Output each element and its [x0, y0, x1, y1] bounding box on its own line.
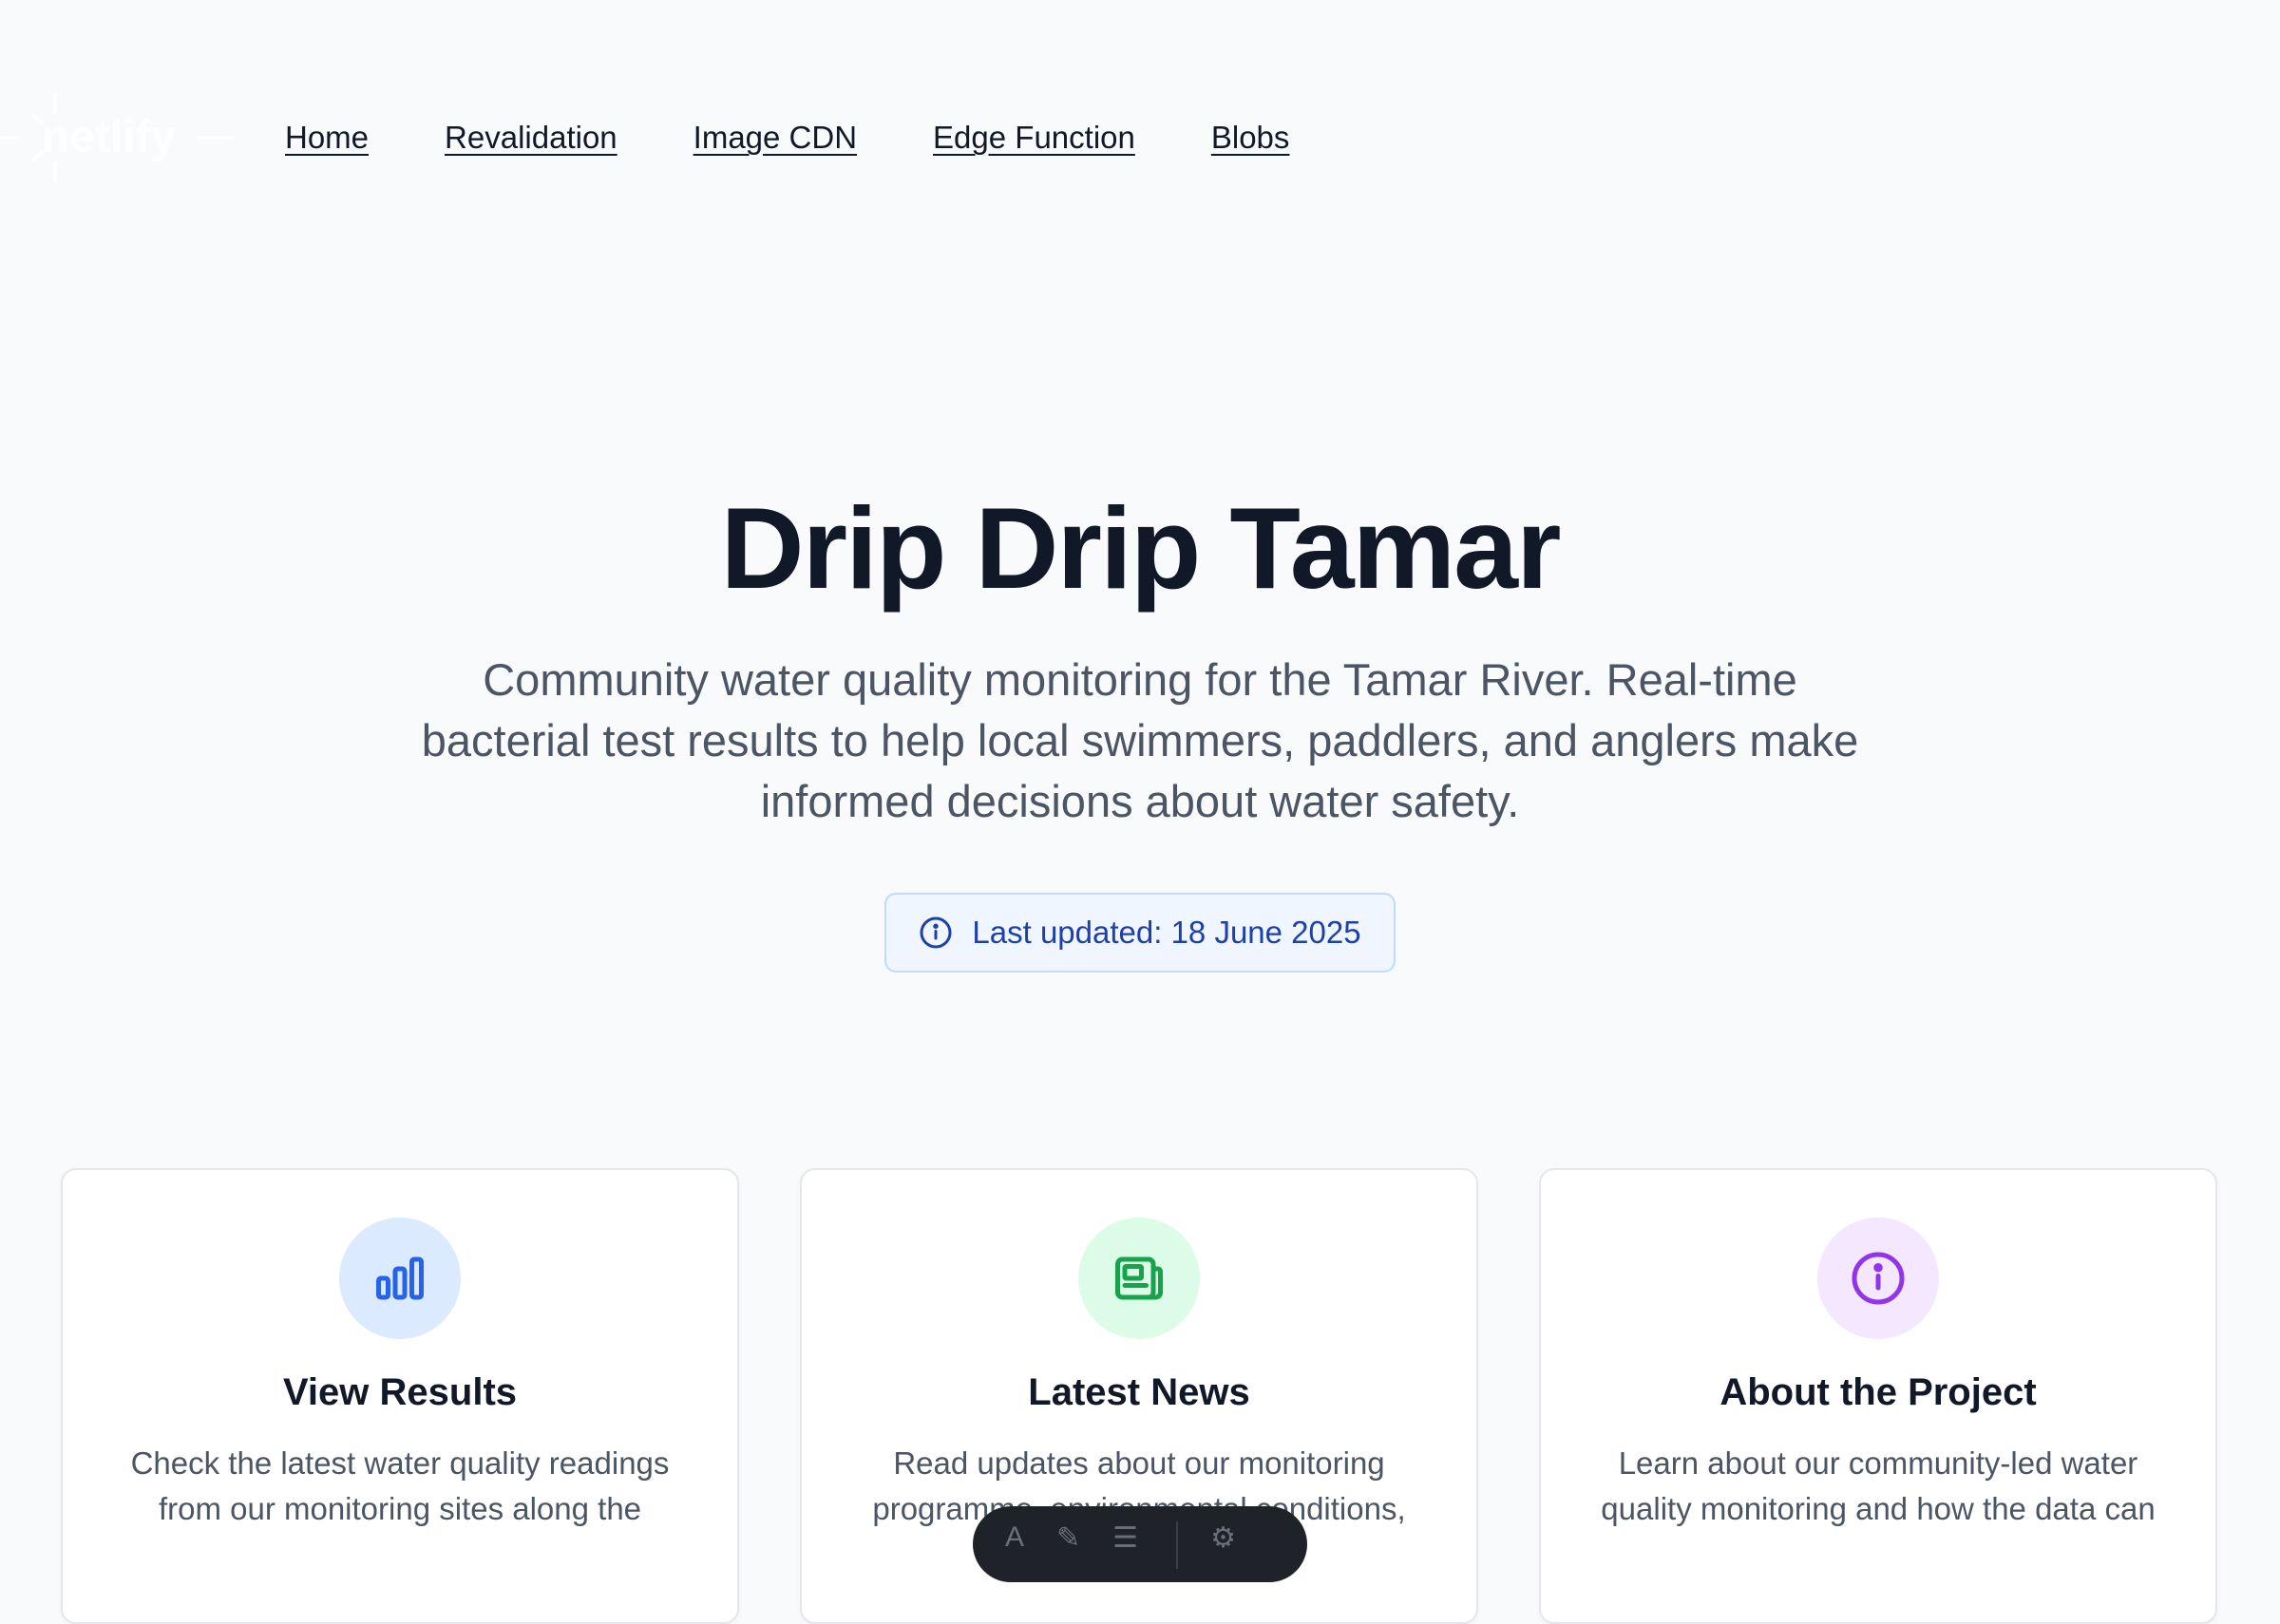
site-header: netlify Home Revalidation Image CDN Edge…: [0, 76, 2280, 199]
dev-toolbar[interactable]: A ✎ ☰ ⚙: [973, 1506, 1307, 1582]
card-title: Latest News: [1028, 1371, 1250, 1413]
toolbar-text-icon[interactable]: A: [1005, 1521, 1024, 1554]
info-icon: [920, 916, 952, 949]
card-icon-wrapper: [339, 1218, 461, 1339]
nav-link-home[interactable]: Home: [285, 120, 369, 156]
bar-chart-icon: [376, 1256, 424, 1300]
card-title: View Results: [282, 1371, 518, 1413]
nav-link-revalidation[interactable]: Revalidation: [445, 120, 618, 156]
info-icon: [1852, 1252, 1905, 1305]
card-icon-wrapper: [1817, 1218, 1939, 1339]
card-icon-wrapper: [1078, 1218, 1200, 1339]
toolbar-brush-icon[interactable]: ✎: [1056, 1521, 1080, 1555]
netlify-logo-icon: netlify: [0, 93, 235, 182]
logo-text: netlify: [42, 112, 177, 162]
card-description: Check the latest water quality readings …: [130, 1445, 670, 1526]
newspaper-icon: [1115, 1256, 1163, 1300]
netlify-logo[interactable]: netlify: [0, 76, 238, 199]
nav-link-blobs[interactable]: Blobs: [1211, 120, 1290, 156]
card-description: Learn about our community-led water qual…: [1601, 1445, 2156, 1526]
last-updated-text: Last updated: 18 June 2025: [972, 915, 1361, 951]
card-view-results[interactable]: View Results Check the latest water qual…: [61, 1168, 739, 1624]
page-title: Drip Drip Tamar: [720, 483, 1562, 613]
hero-section: Drip Drip Tamar Community water quality …: [0, 484, 2280, 973]
last-updated-badge: Last updated: 18 June 2025: [884, 893, 1396, 973]
toolbar-menu-icon[interactable]: ☰: [1112, 1521, 1138, 1555]
main-nav: Home Revalidation Image CDN Edge Functio…: [285, 76, 1289, 199]
hero-subtitle: Community water quality monitoring for t…: [421, 654, 1859, 827]
card-title: About the Project: [1720, 1371, 2037, 1413]
toolbar-divider: [1176, 1521, 1179, 1569]
toolbar-settings-icon[interactable]: ⚙: [1210, 1521, 1236, 1555]
nav-link-image-cdn[interactable]: Image CDN: [694, 120, 857, 156]
card-about-project[interactable]: About the Project Learn about our commun…: [1539, 1168, 2217, 1624]
nav-link-edge-function[interactable]: Edge Function: [933, 120, 1135, 156]
